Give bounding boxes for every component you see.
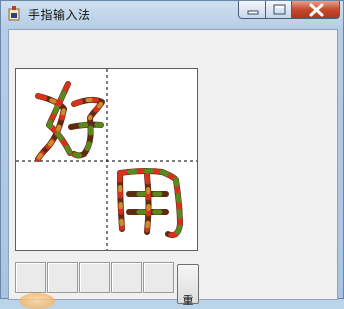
candidate-slot-5[interactable] bbox=[143, 262, 174, 293]
candidate-slot-2[interactable] bbox=[47, 262, 78, 293]
maximize-button[interactable] bbox=[265, 1, 292, 19]
minimize-button[interactable] bbox=[238, 1, 266, 19]
app-window: 手指输入法 重 bbox=[0, 0, 344, 309]
candidate-slot-4[interactable] bbox=[111, 262, 142, 293]
maximize-icon bbox=[273, 4, 286, 15]
ink-strokes bbox=[35, 81, 183, 239]
decorative-blob bbox=[19, 293, 55, 309]
candidate-slot-3[interactable] bbox=[79, 262, 110, 293]
close-button[interactable] bbox=[291, 1, 340, 19]
window-title: 手指输入法 bbox=[28, 8, 91, 22]
handwriting-pad[interactable] bbox=[15, 68, 198, 251]
close-icon bbox=[309, 3, 324, 17]
title-bar[interactable]: 手指输入法 bbox=[1, 1, 343, 27]
minimize-icon bbox=[247, 10, 259, 15]
handwriting-canvas[interactable] bbox=[16, 69, 197, 250]
rewrite-button[interactable]: 重 bbox=[177, 264, 199, 307]
ink-bottle-icon bbox=[8, 6, 20, 21]
candidate-slot-1[interactable] bbox=[15, 262, 46, 293]
